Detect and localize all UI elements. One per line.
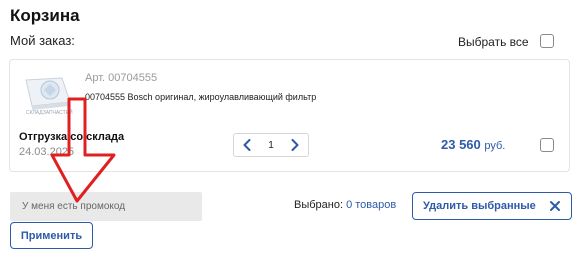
apply-promo-button[interactable]: Применить: [10, 222, 93, 249]
chevron-right-icon: [291, 139, 299, 151]
select-all-checkbox[interactable]: [540, 34, 554, 48]
selected-count: Выбрано: 0 товаров: [294, 199, 396, 211]
delete-selected-label: Удалить выбранные: [423, 200, 536, 212]
item-description: 00704555 Bosch оригинал, жироулавливающи…: [85, 92, 317, 102]
item-price: 23 560 руб.: [441, 137, 505, 152]
page-title: Корзина: [10, 6, 80, 25]
my-order-label: Мой заказ:: [10, 33, 75, 48]
item-article: Арт. 00704555: [85, 72, 158, 84]
price-currency: руб.: [484, 140, 506, 152]
chevron-left-icon: [243, 139, 251, 151]
shipping-date: 24.03.2025: [19, 146, 75, 158]
quantity-stepper: 1: [233, 133, 309, 157]
delete-selected-button[interactable]: Удалить выбранные: [412, 192, 572, 220]
promo-code-input[interactable]: [10, 192, 202, 221]
selected-label: Выбрано:: [294, 199, 344, 211]
product-thumbnail: СКЛАДЗАПЧАСТЕЙ: [20, 72, 76, 116]
close-icon: [550, 201, 560, 211]
select-all-label: Выбрать все: [458, 35, 529, 49]
decrease-quantity-button[interactable]: [240, 135, 254, 155]
shipping-label: Отгрузка со склада: [19, 131, 125, 143]
thumbnail-caption: СКЛАДЗАПЧАСТЕЙ: [26, 108, 73, 116]
increase-quantity-button[interactable]: [288, 135, 302, 155]
item-select-checkbox[interactable]: [540, 138, 554, 152]
selected-count-link[interactable]: 0 товаров: [346, 199, 396, 211]
quantity-value[interactable]: 1: [268, 140, 274, 151]
price-value: 23 560: [441, 137, 481, 152]
